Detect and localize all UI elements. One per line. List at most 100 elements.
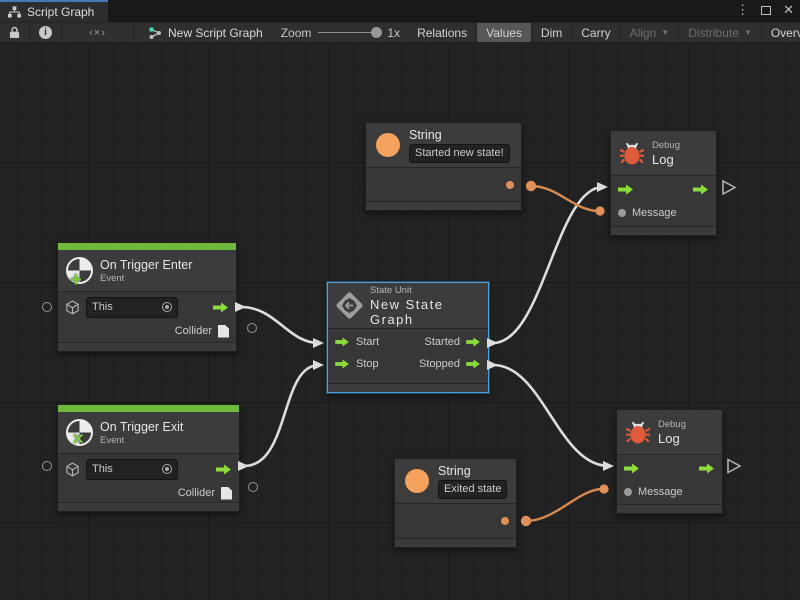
- message-input-port[interactable]: [624, 488, 632, 496]
- start-input-port[interactable]: [335, 337, 350, 347]
- toolbar-button-values[interactable]: Values: [477, 23, 532, 42]
- node-debug-log-bottom[interactable]: Debug Log Message: [616, 409, 723, 514]
- enter-input-port[interactable]: [624, 463, 640, 474]
- trigger-enter-target-port[interactable]: [42, 302, 52, 312]
- trigger-enter-icon: +: [66, 257, 93, 284]
- gameobject-cube-icon: [65, 300, 80, 315]
- wire-endpoint-dot[interactable]: [599, 484, 608, 493]
- started-output-port[interactable]: [466, 337, 481, 347]
- port-label-collider: Collider: [178, 487, 215, 499]
- node-title: String: [438, 464, 507, 478]
- node-footer: [617, 504, 722, 513]
- bug-icon: [625, 419, 651, 445]
- node-footer: [366, 201, 521, 210]
- trigger-exit-target-port[interactable]: [42, 461, 52, 471]
- script-graph-icon: [148, 26, 162, 40]
- close-icon[interactable]: ✕: [783, 3, 794, 17]
- graph-name: New Script Graph: [168, 26, 263, 40]
- string-value-input[interactable]: Started new state!: [409, 144, 510, 163]
- toolbar-button-relations[interactable]: Relations: [408, 23, 477, 42]
- port-label-stopped: Stopped: [419, 358, 460, 370]
- collider-type-icon[interactable]: [218, 325, 229, 338]
- string-value-input[interactable]: Exited state: [438, 480, 507, 499]
- lock-button[interactable]: [0, 23, 30, 42]
- wire-endpoint-dot[interactable]: [521, 516, 531, 526]
- toolbar-button-overview[interactable]: Overview: [762, 23, 800, 42]
- info-button[interactable]: i: [30, 23, 62, 42]
- maximize-icon[interactable]: [761, 6, 771, 15]
- zoom-slider-handle[interactable]: [371, 27, 382, 38]
- trigger-exit-icon: ✕: [66, 419, 93, 446]
- stopped-output-port[interactable]: [466, 359, 481, 369]
- zoom-label: Zoom: [281, 26, 312, 40]
- graph-title: New Script Graph: [134, 23, 273, 42]
- continue-port-triangle-bottom[interactable]: [728, 460, 740, 473]
- object-picker-icon[interactable]: [162, 464, 172, 474]
- node-string-bottom[interactable]: String Exited state: [394, 458, 517, 548]
- node-debug-log-top[interactable]: Debug Log Message: [610, 130, 717, 236]
- node-footer: [328, 383, 488, 392]
- tab-title: Script Graph: [27, 5, 94, 19]
- string-output-port[interactable]: [506, 181, 514, 189]
- toolbar-button-align[interactable]: Align▼: [621, 23, 680, 42]
- node-footer: [395, 538, 516, 547]
- wire-endpoint-dot[interactable]: [526, 181, 536, 191]
- node-title: On Trigger Enter: [100, 258, 192, 272]
- lock-icon: [9, 26, 20, 39]
- enter-input-port[interactable]: [618, 184, 634, 195]
- trigger-output-port[interactable]: [216, 464, 232, 475]
- continue-port-triangle-top[interactable]: [723, 181, 735, 194]
- graph-canvas[interactable]: + On Trigger Enter Event This: [0, 43, 800, 600]
- wire-exit-to-stop[interactable]: [244, 365, 319, 466]
- trigger-output-port[interactable]: [213, 302, 229, 313]
- message-input-port[interactable]: [618, 209, 626, 217]
- toolbar-button-dim[interactable]: Dim: [532, 23, 572, 42]
- code-preview-button[interactable]: ‹×›: [62, 23, 134, 42]
- visual-scripting-window: Script Graph ⋮ ✕ i ‹×› New Script Graph …: [0, 0, 800, 600]
- port-label-message: Message: [632, 207, 677, 219]
- node-footer: [611, 226, 716, 235]
- node-footer: [58, 342, 236, 351]
- info-icon: i: [39, 26, 52, 39]
- target-input[interactable]: This: [86, 297, 178, 318]
- node-kind: State Unit: [370, 285, 480, 296]
- gameobject-cube-icon: [65, 462, 80, 477]
- wire-string-bottom-to-message[interactable]: [526, 489, 603, 521]
- dropdown-arrow-icon: ▼: [744, 28, 752, 37]
- node-on-trigger-exit[interactable]: ✕ On Trigger Exit Event This: [57, 404, 240, 512]
- exit-output-port[interactable]: [693, 184, 709, 195]
- trigger-enter-collider-port[interactable]: [247, 323, 257, 333]
- window-controls: ⋮ ✕: [736, 3, 794, 17]
- toolbar-button-carry[interactable]: Carry: [572, 23, 620, 42]
- tab-bar: Script Graph ⋮ ✕: [0, 0, 800, 22]
- wire-string-top-to-message[interactable]: [531, 186, 599, 211]
- trigger-exit-collider-port[interactable]: [248, 482, 258, 492]
- zoom-slider[interactable]: [318, 32, 380, 33]
- node-on-trigger-enter[interactable]: + On Trigger Enter Event This: [57, 242, 237, 352]
- node-title: Log: [658, 431, 686, 446]
- toolbar-button-distribute[interactable]: Distribute▼: [679, 23, 762, 42]
- object-picker-icon[interactable]: [162, 302, 172, 312]
- string-output-port[interactable]: [501, 517, 509, 525]
- node-string-top[interactable]: String Started new state!: [365, 122, 522, 211]
- zoom-value: 1x: [387, 26, 400, 40]
- wire-stopped-to-debug-bottom[interactable]: [493, 365, 609, 466]
- node-kind: Debug: [658, 419, 686, 430]
- node-state-unit[interactable]: State Unit New State Graph Start Started…: [327, 282, 489, 393]
- node-subtitle: Event: [100, 435, 183, 446]
- string-literal-icon: [405, 469, 429, 493]
- node-title: On Trigger Exit: [100, 420, 183, 434]
- menu-icon[interactable]: ⋮: [736, 3, 749, 17]
- port-label-stop: Stop: [356, 358, 379, 370]
- port-label-start: Start: [356, 336, 379, 348]
- collider-type-icon[interactable]: [221, 487, 232, 500]
- tab-script-graph[interactable]: Script Graph: [0, 0, 108, 22]
- exit-output-port[interactable]: [699, 463, 715, 474]
- zoom-control: Zoom 1x: [273, 23, 408, 42]
- target-input[interactable]: This: [86, 459, 178, 480]
- node-kind: Debug: [652, 140, 680, 151]
- graph-hierarchy-icon: [8, 6, 21, 18]
- wire-endpoint-dot[interactable]: [595, 206, 604, 215]
- stop-input-port[interactable]: [335, 359, 350, 369]
- node-title: New State Graph: [370, 297, 480, 327]
